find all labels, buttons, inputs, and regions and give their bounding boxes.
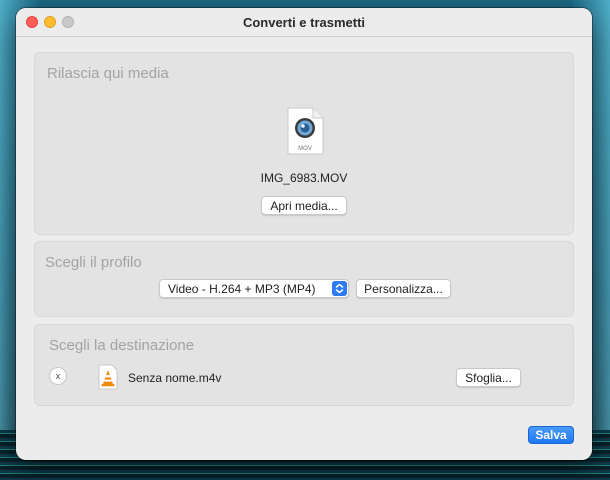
media-file-name: IMG_6983.MOV: [260, 171, 348, 185]
media-drop-zone[interactable]: Rilascia qui media MOV IMG_6983.MOV Apri…: [34, 52, 574, 235]
profile-section-title: Scegli il profilo: [45, 254, 142, 271]
browse-button[interactable]: Sfoglia...: [456, 368, 521, 387]
destination-section-title: Scegli la destinazione: [49, 337, 195, 354]
file-type-badge: MOV: [298, 146, 312, 152]
media-section-title: Rilascia qui media: [47, 65, 169, 82]
profile-panel: Scegli il profilo Video - H.264 + MP3 (M…: [34, 241, 574, 317]
destination-panel: Scegli la destinazione x Senza nome.m4v …: [34, 324, 574, 406]
save-button[interactable]: Salva: [528, 426, 574, 444]
destination-file-name: Senza nome.m4v: [128, 371, 222, 385]
open-media-button[interactable]: Apri media...: [261, 196, 347, 215]
clear-destination-button[interactable]: x: [49, 367, 67, 385]
profile-select[interactable]: Video - H.264 + MP3 (MP4): [159, 279, 349, 298]
profile-select-value: Video - H.264 + MP3 (MP4): [168, 282, 316, 296]
vlc-cone-icon: [98, 364, 118, 390]
title-bar: Converti e trasmetti: [16, 8, 592, 37]
window-title: Converti e trasmetti: [242, 15, 366, 30]
customize-profile-button[interactable]: Personalizza...: [356, 279, 451, 298]
chevron-updown-icon: [332, 281, 347, 296]
mov-file-icon: MOV: [287, 107, 324, 155]
convert-stream-window: Converti e trasmetti Rilascia qui media …: [16, 8, 592, 460]
